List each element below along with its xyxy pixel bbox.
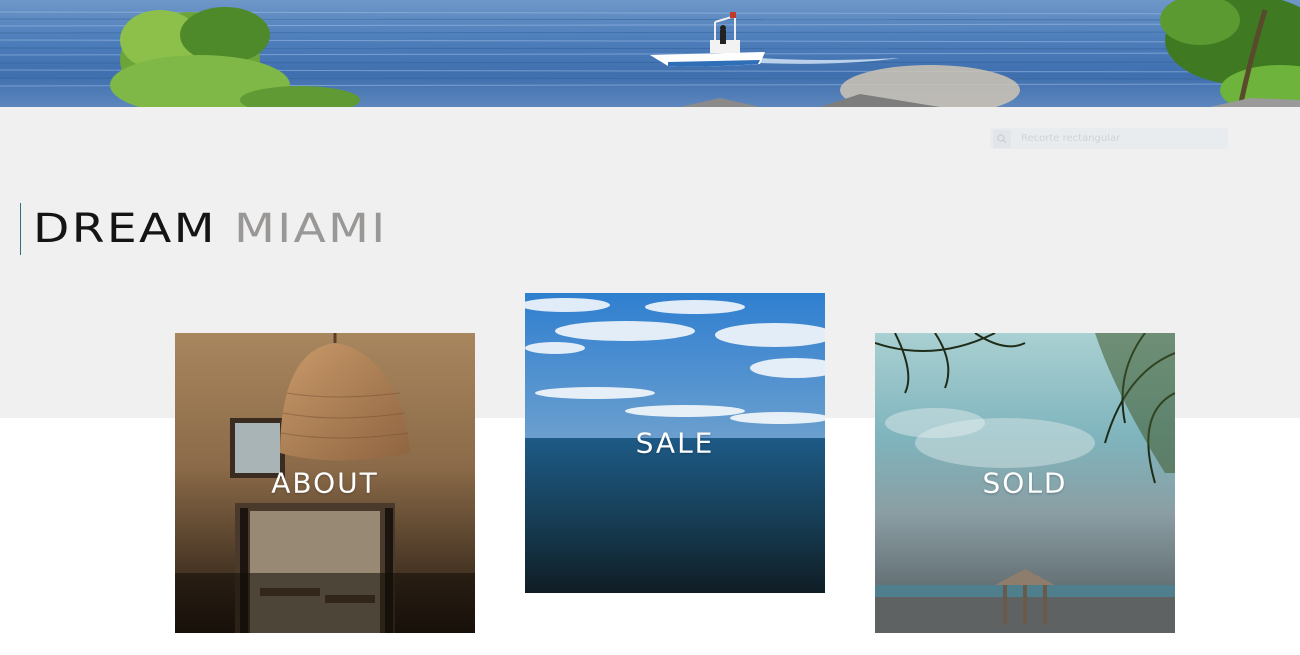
brand-word-dream: DREAM: [33, 206, 217, 252]
about-tile-label: ABOUT: [271, 466, 379, 500]
left-palm: [110, 7, 360, 107]
search-input[interactable]: [1021, 129, 1221, 148]
sold-tile[interactable]: SOLD: [875, 333, 1175, 633]
page-title: DREAM MIAMI: [33, 206, 388, 252]
sale-tile[interactable]: SALE: [525, 293, 825, 593]
search-bar: [990, 128, 1228, 149]
about-tile[interactable]: ABOUT: [175, 333, 475, 633]
boat-shape: [650, 12, 765, 67]
sold-tile-label: SOLD: [982, 466, 1068, 500]
brand-word-miami: MIAMI: [234, 206, 388, 252]
right-palm: [1160, 0, 1300, 107]
hero-banner-image: [0, 0, 1300, 107]
hero-scene: [0, 0, 1300, 107]
brand-title-block: DREAM MIAMI: [20, 203, 385, 255]
search-icon[interactable]: [993, 129, 1011, 148]
sale-tile-label: SALE: [635, 426, 715, 460]
